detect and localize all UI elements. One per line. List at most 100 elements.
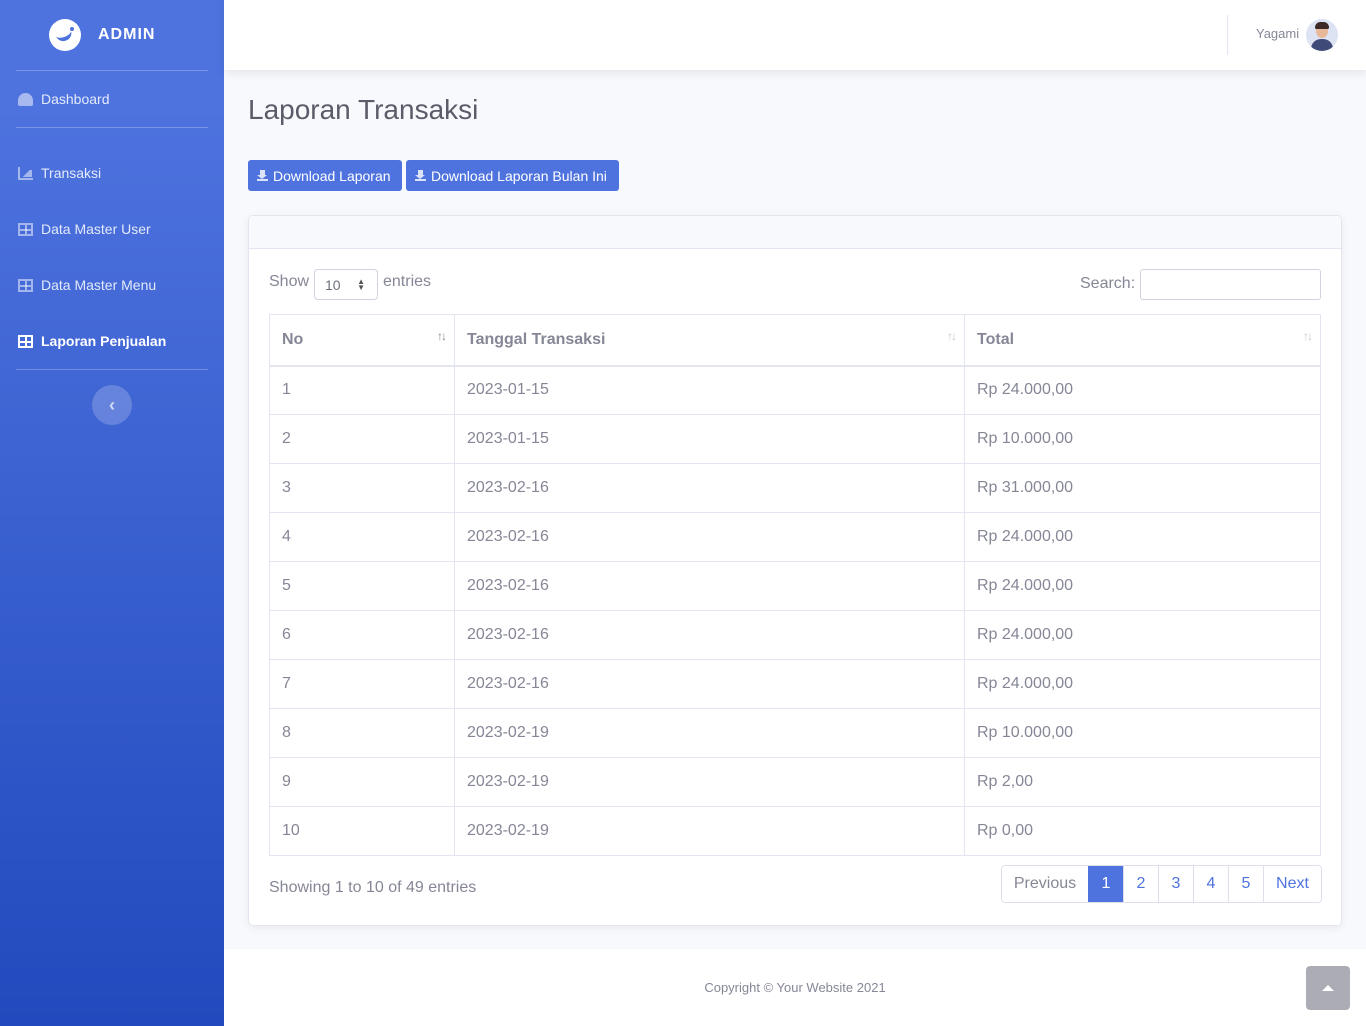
cell-total: Rp 24.000,00 xyxy=(964,512,1321,562)
card-header xyxy=(249,216,1341,249)
table-row: 4 2023-02-16 Rp 24.000,00 xyxy=(269,512,1321,562)
table-info: Showing 1 to 10 of 49 entries xyxy=(269,879,477,896)
pagination: Previous 1 2 3 4 5 Next xyxy=(1001,865,1322,903)
table-body: 1 2023-01-15 Rp 24.000,00 2 2023-01-15 Rp 10.… xyxy=(269,365,1321,856)
cell-tanggal: 2023-02-19 xyxy=(454,708,965,758)
download-icon xyxy=(257,170,268,181)
topbar-divider xyxy=(1227,15,1228,55)
table-row: 6 2023-02-16 Rp 24.000,00 xyxy=(269,610,1321,660)
angle-up-icon xyxy=(1322,985,1334,991)
cell-total: Rp 24.000,00 xyxy=(964,659,1321,709)
area-chart-icon xyxy=(18,166,33,180)
cell-tanggal: 2023-02-19 xyxy=(454,757,965,807)
table-row: 2 2023-01-15 Rp 10.000,00 xyxy=(269,414,1321,464)
pagination-page[interactable]: 1 xyxy=(1088,866,1123,902)
cell-no: 3 xyxy=(269,463,455,513)
cell-total: Rp 24.000,00 xyxy=(964,561,1321,611)
pagination-previous[interactable]: Previous xyxy=(1002,866,1088,902)
column-header-tanggal[interactable]: Tanggal Transaksi ↑↓ xyxy=(454,314,965,367)
topbar: Yagami xyxy=(224,0,1366,70)
cell-tanggal: 2023-02-16 xyxy=(454,561,965,611)
table-row: 7 2023-02-16 Rp 24.000,00 xyxy=(269,659,1321,709)
sidebar-item-transaksi[interactable]: Transaksi xyxy=(0,145,224,201)
sidebar-item-label: Data Master User xyxy=(41,221,151,237)
table-row: 5 2023-02-16 Rp 24.000,00 xyxy=(269,561,1321,611)
cell-tanggal: 2023-01-15 xyxy=(454,365,965,415)
copyright-text: Copyright © Your Website 2021 xyxy=(704,980,886,995)
pagination-page[interactable]: 2 xyxy=(1123,866,1158,902)
sidebar-item-data-master-menu[interactable]: Data Master Menu xyxy=(0,257,224,313)
cell-total: Rp 10.000,00 xyxy=(964,414,1321,464)
user-name[interactable]: Yagami xyxy=(1256,26,1299,41)
sidebar-item-label: Dashboard xyxy=(41,91,110,107)
cell-no: 7 xyxy=(269,659,455,709)
cell-tanggal: 2023-02-16 xyxy=(454,463,965,513)
avatar-body xyxy=(1311,39,1333,51)
cell-no: 6 xyxy=(269,610,455,660)
sidebar-item-laporan-penjualan[interactable]: Laporan Penjualan xyxy=(0,313,224,369)
entries-length-value: 10 xyxy=(325,276,341,293)
download-report-label: Download Laporan xyxy=(273,167,391,184)
cell-no: 10 xyxy=(269,806,455,856)
sidebar-item-label: Transaksi xyxy=(41,165,102,181)
table-icon xyxy=(18,278,33,292)
page-title: Laporan Transaksi xyxy=(248,94,479,125)
search-input[interactable] xyxy=(1140,269,1321,300)
sidebar-divider xyxy=(16,369,208,370)
table-row: 3 2023-02-16 Rp 31.000,00 xyxy=(269,463,1321,513)
pagination-page[interactable]: 4 xyxy=(1193,866,1228,902)
avatar[interactable] xyxy=(1306,19,1338,51)
cell-tanggal: 2023-02-19 xyxy=(454,806,965,856)
sort-select-icon: ▲ ▼ xyxy=(357,277,365,292)
table-icon xyxy=(18,334,33,348)
cell-tanggal: 2023-02-16 xyxy=(454,659,965,709)
cell-total: Rp 24.000,00 xyxy=(964,610,1321,660)
cell-tanggal: 2023-02-16 xyxy=(454,512,965,562)
cell-total: Rp 2,00 xyxy=(964,757,1321,807)
sidebar-item-dashboard[interactable]: Dashboard xyxy=(0,71,224,127)
download-month-report-label: Download Laporan Bulan Ini xyxy=(431,167,607,184)
pagination-page[interactable]: 5 xyxy=(1228,866,1263,902)
cell-total: Rp 31.000,00 xyxy=(964,463,1321,513)
column-header-total[interactable]: Total ↑↓ xyxy=(964,314,1321,367)
cell-no: 4 xyxy=(269,512,455,562)
cell-no: 8 xyxy=(269,708,455,758)
pagination-next[interactable]: Next xyxy=(1263,866,1321,902)
entries-label: entries xyxy=(383,273,432,290)
scroll-to-top-button[interactable] xyxy=(1306,966,1350,1010)
sidebar-item-label: Data Master Menu xyxy=(41,277,157,293)
brand-text: ADMIN xyxy=(98,26,156,43)
sort-icon: ↑↓ xyxy=(1303,329,1313,343)
avatar-hair xyxy=(1315,22,1329,29)
footer: Copyright © Your Website 2021 xyxy=(224,949,1366,1026)
cell-total: Rp 10.000,00 xyxy=(964,708,1321,758)
table-icon xyxy=(18,222,33,236)
table-row: 1 2023-01-15 Rp 24.000,00 xyxy=(269,365,1321,415)
download-report-button[interactable]: Download Laporan xyxy=(248,160,402,191)
table-header-row: No ↑↓ Tanggal Transaksi ↑↓ Total ↑↓ xyxy=(269,314,1321,367)
cell-tanggal: 2023-01-15 xyxy=(454,414,965,464)
column-header-no[interactable]: No ↑↓ xyxy=(269,314,455,367)
show-label: Show xyxy=(269,273,310,290)
cell-no: 9 xyxy=(269,757,455,807)
tachometer-icon xyxy=(18,92,33,106)
sidebar-item-data-master-user[interactable]: Data Master User xyxy=(0,201,224,257)
sort-icon: ↑↓ xyxy=(437,329,447,343)
cell-no: 1 xyxy=(269,365,455,415)
sort-icon: ↑↓ xyxy=(947,329,957,343)
cell-total: Rp 24.000,00 xyxy=(964,365,1321,415)
table-row: 10 2023-02-19 Rp 0,00 xyxy=(269,806,1321,856)
sidebar-brand[interactable]: ADMIN xyxy=(0,0,224,70)
chevron-left-icon: ‹ xyxy=(109,394,115,415)
sidebar: ADMIN Dashboard Transaksi Data Master Us… xyxy=(0,0,224,1026)
laugh-wink-icon xyxy=(49,19,81,51)
entries-length-select[interactable]: 10 ▲ ▼ xyxy=(314,269,378,300)
sidebar-toggle-button[interactable]: ‹ xyxy=(92,385,132,425)
pagination-page[interactable]: 3 xyxy=(1158,866,1193,902)
download-month-report-button[interactable]: Download Laporan Bulan Ini xyxy=(406,160,619,191)
cell-tanggal: 2023-02-16 xyxy=(454,610,965,660)
sidebar-item-label: Laporan Penjualan xyxy=(41,333,167,349)
table-row: 8 2023-02-19 Rp 10.000,00 xyxy=(269,708,1321,758)
search-label: Search: xyxy=(1080,275,1136,292)
table-row: 9 2023-02-19 Rp 2,00 xyxy=(269,757,1321,807)
